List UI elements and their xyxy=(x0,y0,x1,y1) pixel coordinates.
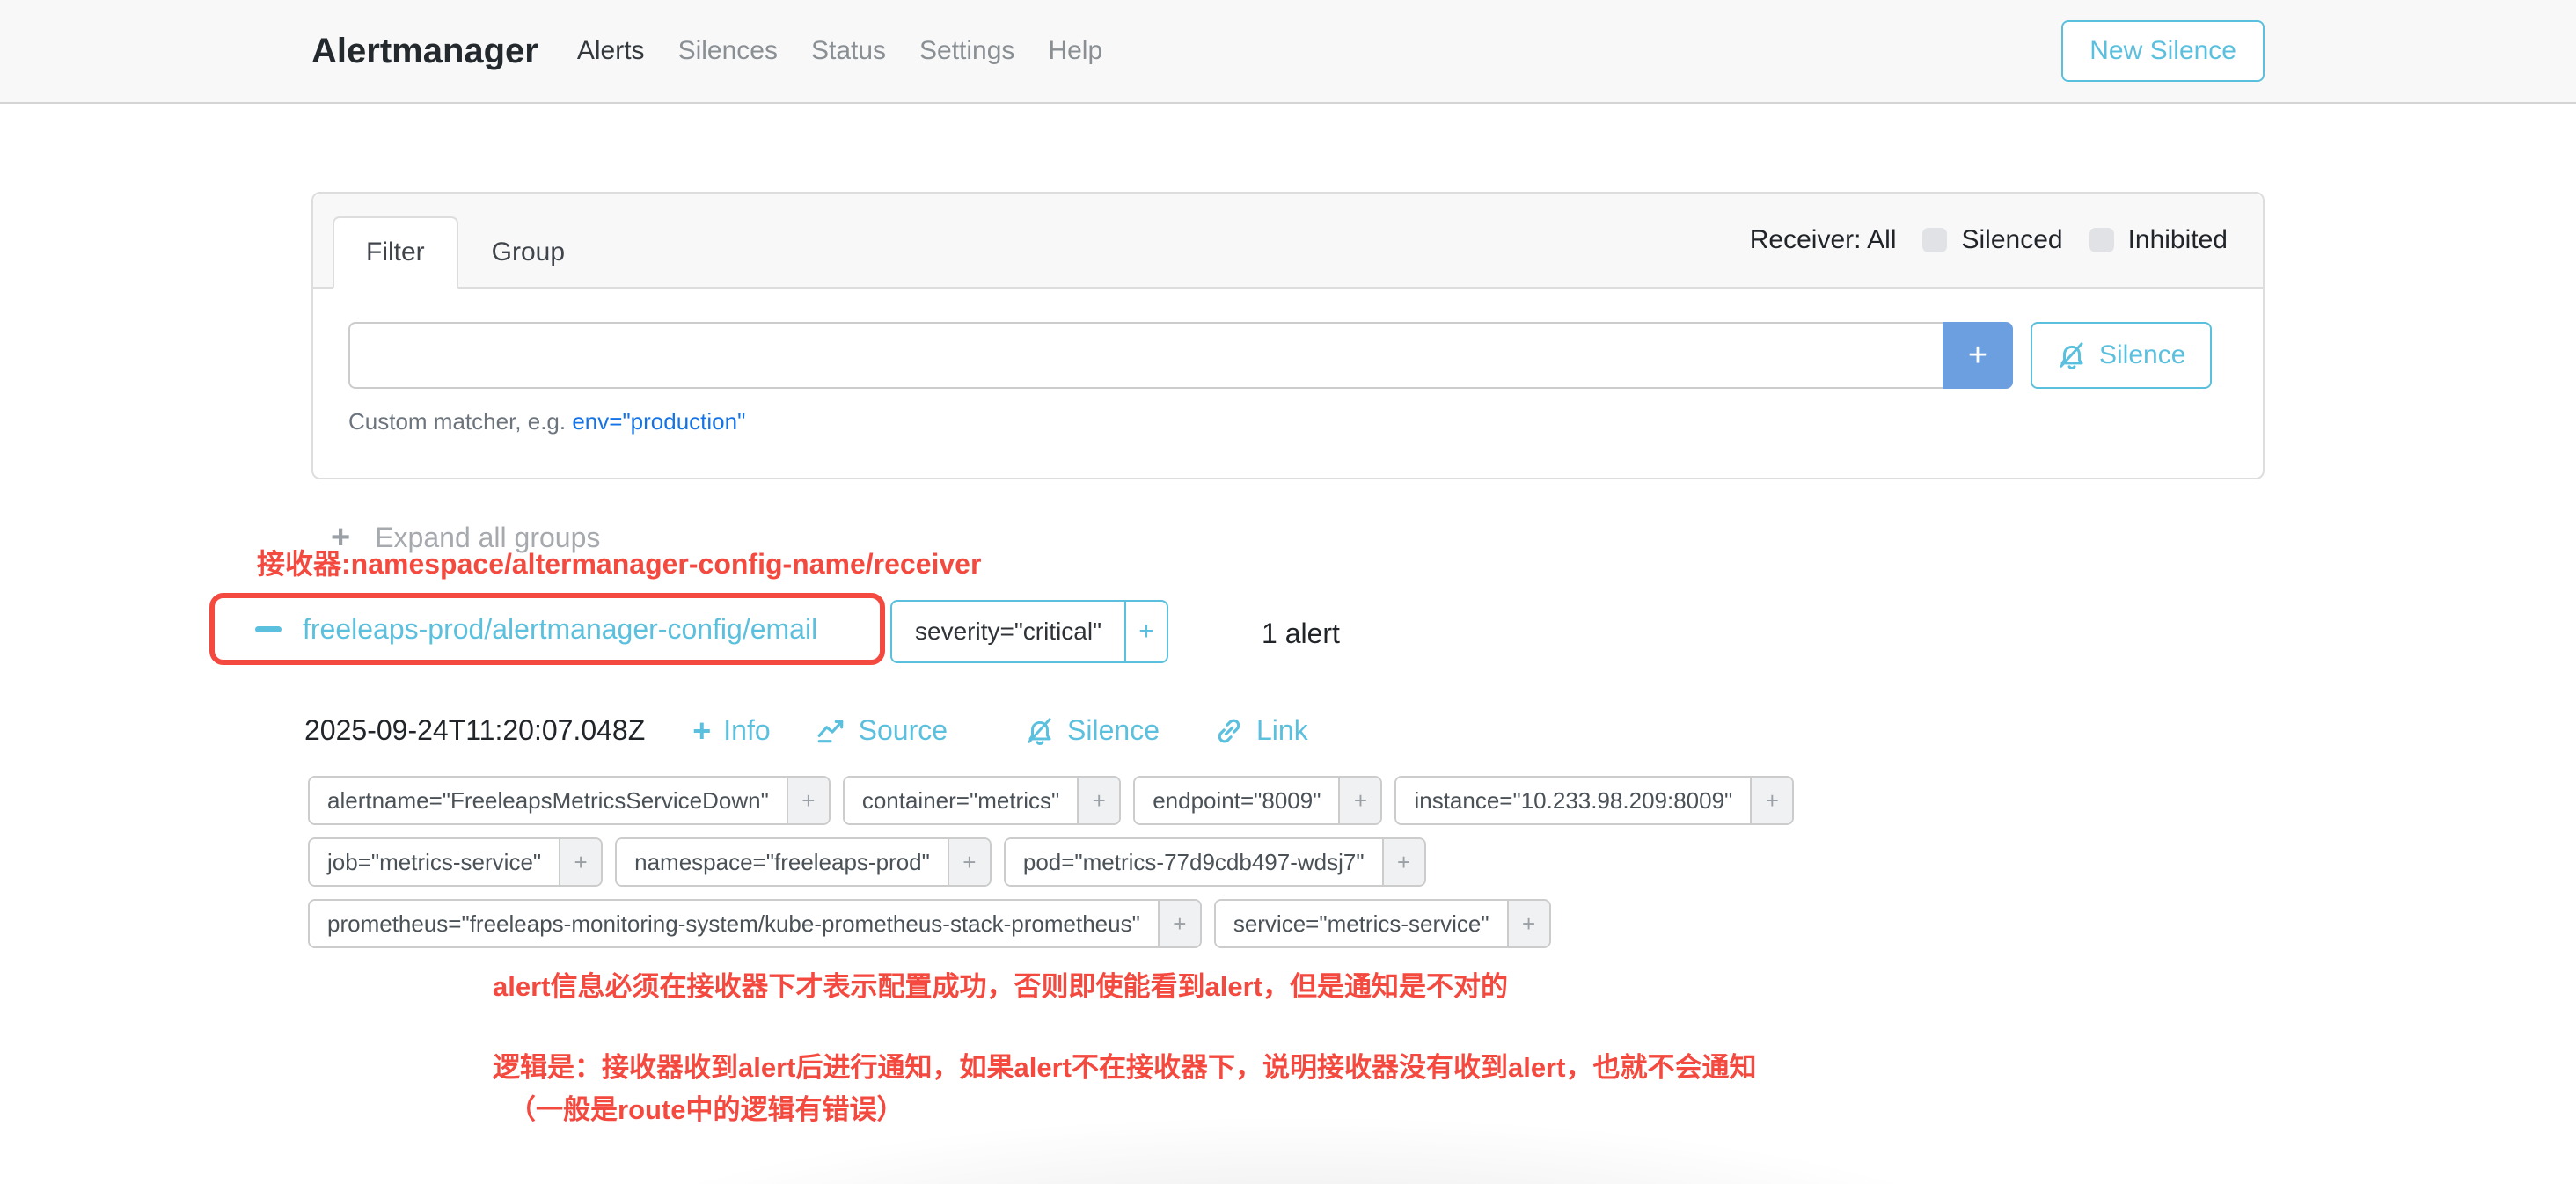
label-text: container="metrics" xyxy=(845,778,1077,823)
top-navbar: Alertmanager Alerts Silences Status Sett… xyxy=(0,0,2576,104)
alert-info-button[interactable]: + Info xyxy=(692,714,770,747)
annotation-receiver-format: 接收器:namespace/altermanager-config-name/r… xyxy=(257,542,981,582)
label-row: job="metrics-service" + namespace="freel… xyxy=(308,837,1794,887)
new-silence-button[interactable]: New Silence xyxy=(2061,20,2265,82)
custom-matcher-hint: Custom matcher, e.g. env="production" xyxy=(348,408,2228,435)
label-text: service="metrics-service" xyxy=(1216,901,1507,946)
annotation-alert-info: alert信息必须在接收器下才表示配置成功，否则即使能看到alert，但是通知是… xyxy=(493,964,1508,1004)
group-key-plus-button[interactable]: + xyxy=(1126,600,1168,663)
silenced-checkbox[interactable] xyxy=(1922,228,1947,252)
nav-item-silences[interactable]: Silences xyxy=(678,36,778,66)
filter-panel: Filter Group Receiver: All Silenced Inhi… xyxy=(311,192,2265,479)
silence-button-label: Silence xyxy=(2099,340,2185,370)
alert-count: 1 alert xyxy=(1262,618,1340,650)
chart-icon xyxy=(816,716,846,746)
nav-item-status[interactable]: Status xyxy=(811,36,886,66)
label-text: endpoint="8009" xyxy=(1135,778,1338,823)
group-collapse-button[interactable]: freeleaps-prod/alertmanager-config/email xyxy=(255,613,817,646)
nav-item-help[interactable]: Help xyxy=(1048,36,1102,66)
bell-slash-icon xyxy=(2057,340,2087,370)
label-text: instance="10.233.98.209:8009" xyxy=(1396,778,1750,823)
label-filter-plus-button[interactable]: + xyxy=(787,778,829,823)
label-filter-plus-button[interactable]: + xyxy=(1382,839,1424,885)
group-key-tag: severity="critical" + xyxy=(890,600,1168,663)
inhibited-label: Inhibited xyxy=(2128,225,2228,255)
alertmanager-app: Alertmanager Alerts Silences Status Sett… xyxy=(0,0,2576,1184)
label-filter-plus-button[interactable]: + xyxy=(1077,778,1119,823)
hint-example-link[interactable]: env="production" xyxy=(572,408,745,435)
link-label: Link xyxy=(1256,714,1308,747)
group-key-label: severity="critical" xyxy=(890,600,1126,663)
app-brand: Alertmanager xyxy=(311,32,538,71)
alert-silence-button[interactable]: Silence xyxy=(1025,714,1160,747)
plus-icon: + xyxy=(692,715,711,747)
bottom-shadow xyxy=(575,1119,2018,1184)
label-text: pod="metrics-77d9cdb497-wdsj7" xyxy=(1006,839,1382,885)
label-text: prometheus="freeleaps-monitoring-system/… xyxy=(310,901,1158,946)
alert-source-link[interactable]: Source xyxy=(816,714,948,747)
label-filter-plus-button[interactable]: + xyxy=(948,839,990,885)
label-tag: job="metrics-service" + xyxy=(308,837,603,887)
label-tag: container="metrics" + xyxy=(843,776,1121,825)
hint-text: Custom matcher, e.g. xyxy=(348,408,566,435)
label-text: namespace="freeleaps-prod" xyxy=(617,839,948,885)
filter-panel-header: Filter Group Receiver: All Silenced Inhi… xyxy=(313,194,2263,289)
label-row: alertname="FreeleapsMetricsServiceDown" … xyxy=(308,776,1794,825)
annotation-logic-line2: （一般是route中的逻辑有错误） xyxy=(509,1087,904,1127)
label-tag: namespace="freeleaps-prod" + xyxy=(615,837,992,887)
nav-links: Alerts Silences Status Settings Help xyxy=(577,36,1102,66)
label-tag: instance="10.233.98.209:8009" + xyxy=(1394,776,1794,825)
receiver-selector[interactable]: Receiver: All xyxy=(1750,225,1897,255)
nav-item-settings[interactable]: Settings xyxy=(919,36,1014,66)
bell-slash-icon xyxy=(1025,716,1055,746)
tab-group[interactable]: Group xyxy=(458,216,598,289)
inhibited-checkbox[interactable] xyxy=(2089,228,2114,252)
alert-link-button[interactable]: Link xyxy=(1214,714,1308,747)
alert-timestamp: 2025-09-24T11:20:07.048Z xyxy=(304,714,645,747)
nav-item-alerts[interactable]: Alerts xyxy=(577,36,645,66)
label-text: job="metrics-service" xyxy=(310,839,559,885)
silence-button[interactable]: Silence xyxy=(2031,322,2212,389)
link-icon xyxy=(1214,716,1244,746)
filter-tabs: Filter Group xyxy=(333,194,598,289)
matcher-input[interactable] xyxy=(348,322,1943,389)
label-row: prometheus="freeleaps-monitoring-system/… xyxy=(308,899,1794,948)
label-tag: pod="metrics-77d9cdb497-wdsj7" + xyxy=(1004,837,1426,887)
annotation-highlight-box: freeleaps-prod/alertmanager-config/email xyxy=(209,593,885,665)
inhibited-checkbox-row[interactable]: Inhibited xyxy=(2089,225,2228,255)
label-tag: prometheus="freeleaps-monitoring-system/… xyxy=(308,899,1202,948)
add-matcher-button[interactable]: + xyxy=(1943,322,2013,389)
silenced-checkbox-row[interactable]: Silenced xyxy=(1922,225,2062,255)
label-filter-plus-button[interactable]: + xyxy=(559,839,601,885)
label-tag: service="metrics-service" + xyxy=(1214,899,1551,948)
info-label: Info xyxy=(723,714,770,747)
label-tag: endpoint="8009" + xyxy=(1133,776,1382,825)
label-tag: alertname="FreeleapsMetricsServiceDown" … xyxy=(308,776,831,825)
alert-header: 2025-09-24T11:20:07.048Z + Info Source S… xyxy=(304,714,1308,747)
label-filter-plus-button[interactable]: + xyxy=(1750,778,1792,823)
tab-filter[interactable]: Filter xyxy=(333,216,458,289)
label-filter-plus-button[interactable]: + xyxy=(1338,778,1380,823)
label-filter-plus-button[interactable]: + xyxy=(1158,901,1200,946)
silence-label: Silence xyxy=(1067,714,1160,747)
source-label: Source xyxy=(859,714,948,747)
group-receiver-label: freeleaps-prod/alertmanager-config/email xyxy=(303,613,817,646)
annotation-logic-line1: 逻辑是：接收器收到alert后进行通知，如果alert不在接收器下，说明接收器没… xyxy=(493,1045,1756,1085)
filter-panel-body: + Silence Custom matcher, e.g. env="prod… xyxy=(313,289,2263,478)
silenced-label: Silenced xyxy=(1961,225,2062,255)
alert-labels: alertname="FreeleapsMetricsServiceDown" … xyxy=(308,776,1794,948)
label-text: alertname="FreeleapsMetricsServiceDown" xyxy=(310,778,787,823)
label-filter-plus-button[interactable]: + xyxy=(1507,901,1549,946)
minus-icon xyxy=(255,626,282,632)
